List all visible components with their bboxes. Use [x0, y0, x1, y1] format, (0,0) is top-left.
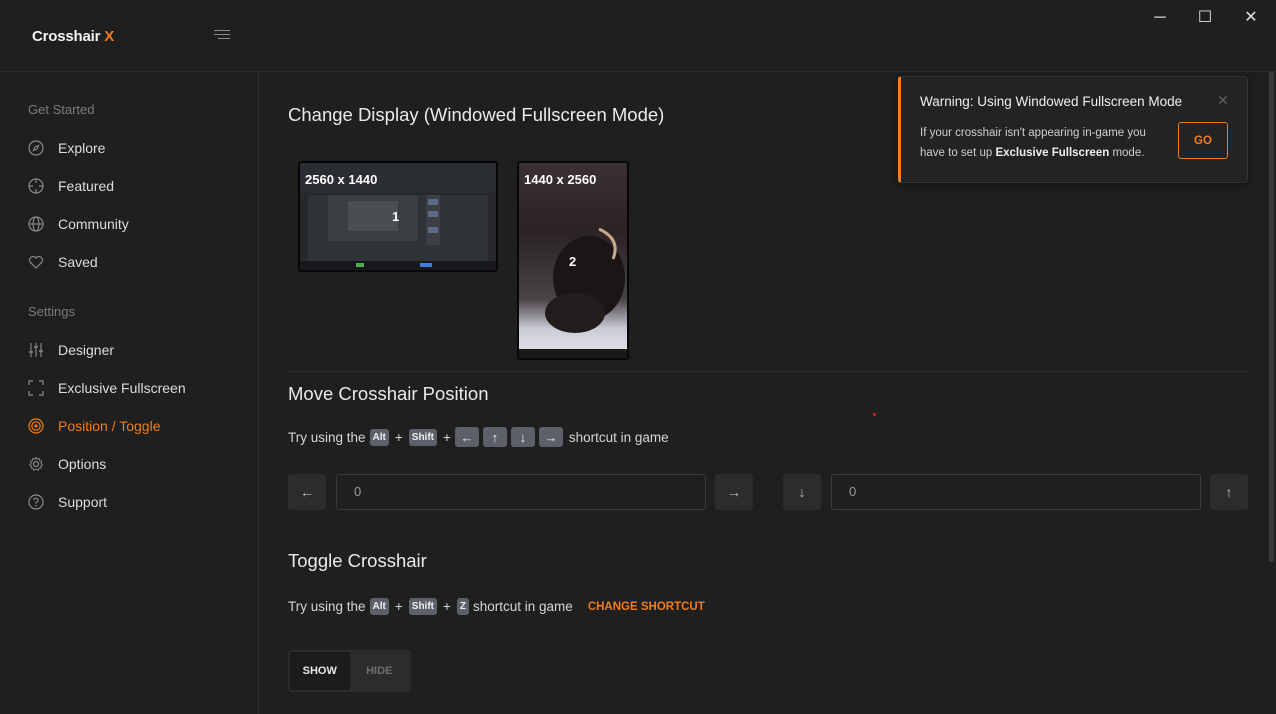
- close-icon[interactable]: ✕: [1217, 92, 1229, 109]
- move-left-button[interactable]: ←: [288, 474, 326, 510]
- key-shift: Shift: [408, 428, 437, 446]
- toggle-hint-prefix: Try using the: [288, 599, 366, 614]
- move-right-button[interactable]: →: [715, 474, 753, 510]
- show-hide-toggle: SHOW HIDE: [288, 650, 411, 692]
- key-shift: Shift: [408, 598, 437, 615]
- monitor-1-tile[interactable]: 2560 x 1440 1: [298, 161, 498, 272]
- sidebar-item-label: Options: [58, 456, 107, 472]
- logo-text: Crosshair: [32, 28, 101, 45]
- crosshair-icon: [28, 418, 44, 434]
- sidebar-item-label: Exclusive Fullscreen: [58, 380, 186, 396]
- show-button[interactable]: SHOW: [290, 652, 350, 690]
- toggle-section-title: Toggle Crosshair: [288, 550, 427, 571]
- sidebar: Get Started Explore Featured Community S…: [0, 72, 259, 714]
- app-logo: Crosshair X: [32, 28, 114, 45]
- sidebar-item-community[interactable]: Community: [28, 212, 129, 236]
- move-down-button[interactable]: ↓: [783, 474, 821, 510]
- monitor-2-number: 2: [569, 254, 577, 269]
- change-shortcut-button[interactable]: CHANGE SHORTCUT: [588, 601, 705, 613]
- plus-sign: +: [443, 599, 451, 614]
- sidebar-item-explore[interactable]: Explore: [28, 136, 105, 160]
- toast-body: If your crosshair isn't appearing in-gam…: [920, 123, 1160, 163]
- sidebar-item-options[interactable]: Options: [28, 452, 106, 476]
- sidebar-item-label: Explore: [58, 140, 106, 156]
- crosshair-dot: [873, 413, 876, 416]
- monitor-1-resolution: 2560 x 1440: [305, 172, 378, 187]
- sidebar-item-position-toggle[interactable]: Position / Toggle: [28, 414, 160, 438]
- sidebar-item-label: Featured: [58, 178, 115, 194]
- y-position-input[interactable]: 0: [831, 474, 1201, 510]
- minimize-button[interactable]: ─: [1148, 6, 1172, 30]
- plus-sign: +: [443, 429, 451, 445]
- display-section-title: Change Display (Windowed Fullscreen Mode…: [288, 104, 665, 125]
- monitor-2-resolution: 1440 x 2560: [524, 172, 597, 187]
- monitor-1-number: 1: [392, 209, 400, 224]
- plus-sign: +: [394, 599, 403, 614]
- arrow-right-key-icon: →: [538, 427, 563, 447]
- sidebar-item-designer[interactable]: Designer: [28, 338, 114, 362]
- section-divider: [288, 371, 1248, 372]
- monitor-2-tile[interactable]: 1440 x 2560 2: [517, 161, 629, 360]
- move-section-title: Move Crosshair Position: [288, 383, 489, 404]
- close-window-button[interactable]: ✕: [1239, 6, 1263, 30]
- globe-icon: [28, 216, 44, 232]
- key-z: Z: [456, 598, 469, 615]
- sidebar-item-saved[interactable]: Saved: [28, 250, 98, 274]
- sidebar-item-label: Support: [58, 494, 108, 510]
- gear-icon: [28, 456, 44, 471]
- nav-group-get-started: Get Started: [28, 102, 95, 117]
- sidebar-item-exclusive-fullscreen[interactable]: Exclusive Fullscreen: [28, 376, 186, 400]
- maximize-button[interactable]: ☐: [1193, 6, 1217, 30]
- hide-button[interactable]: HIDE: [350, 652, 410, 690]
- move-hint-suffix: shortcut in game: [568, 429, 669, 445]
- sidebar-item-featured[interactable]: Featured: [28, 174, 114, 198]
- logo-accent: X: [104, 28, 115, 45]
- fullscreen-icon: [28, 380, 44, 396]
- arrow-up-key-icon: ↑: [482, 427, 507, 447]
- warning-toast: Warning: Using Windowed Fullscreen Mode …: [898, 76, 1248, 183]
- arrow-down-key-icon: ↓: [510, 427, 535, 447]
- sidebar-item-label: Position / Toggle: [58, 418, 161, 434]
- sidebar-item-label: Community: [58, 216, 129, 232]
- key-alt: Alt: [369, 598, 389, 615]
- toast-body-bold: Exclusive Fullscreen: [995, 147, 1110, 159]
- toast-body-suffix: mode.: [1109, 147, 1145, 159]
- target-icon: [28, 178, 44, 194]
- toast-title: Warning: Using Windowed Fullscreen Mode: [920, 94, 1183, 109]
- help-icon: [28, 494, 44, 510]
- menu-toggle-icon[interactable]: [214, 30, 232, 42]
- arrow-left-key-icon: ←: [454, 427, 479, 447]
- sidebar-item-support[interactable]: Support: [28, 490, 107, 514]
- sliders-icon: [29, 343, 43, 357]
- heart-icon: [28, 255, 44, 269]
- toggle-hint: Try using the Alt + Shift + Z shortcut i…: [288, 598, 705, 615]
- key-alt: Alt: [369, 428, 389, 446]
- nav-group-settings: Settings: [28, 304, 75, 319]
- toggle-hint-suffix: shortcut in game: [473, 599, 573, 614]
- move-up-button[interactable]: ↑: [1210, 474, 1248, 510]
- move-hint-prefix: Try using the: [288, 429, 366, 445]
- plus-sign: +: [394, 429, 403, 445]
- main-scrollbar[interactable]: [1269, 72, 1274, 562]
- compass-icon: [28, 140, 44, 156]
- x-position-input[interactable]: 0: [336, 474, 706, 510]
- move-hint: Try using the Alt + Shift + ← ↑ ↓ → shor…: [288, 427, 669, 447]
- sidebar-item-label: Saved: [58, 254, 98, 270]
- go-button[interactable]: GO: [1178, 122, 1228, 159]
- top-bar: Crosshair X ─ ☐ ✕: [0, 0, 1276, 72]
- sidebar-item-label: Designer: [58, 342, 115, 358]
